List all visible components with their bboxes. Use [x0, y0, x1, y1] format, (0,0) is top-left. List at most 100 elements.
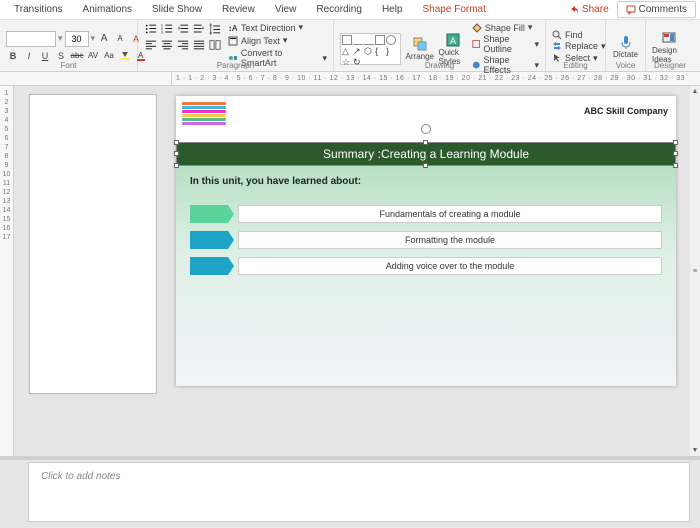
tab-slide-show[interactable]: Slide Show	[142, 2, 212, 17]
selection-handle[interactable]	[673, 163, 678, 168]
decrease-indent-button[interactable]	[176, 22, 190, 36]
tab-animations[interactable]: Animations	[73, 2, 142, 17]
decrease-font-button[interactable]: A	[113, 32, 127, 46]
ribbon-group-drawing: △ ↗ ⬡ { } ☆ ↻ Arrange A Quick Styles Sha…	[334, 20, 546, 71]
comment-icon	[626, 5, 636, 15]
bullet-arrow-icon	[190, 231, 228, 249]
company-name: ABC Skill Company	[584, 106, 668, 116]
ribbon-tabs: Transitions Animations Slide Show Review…	[0, 0, 700, 20]
design-ideas-button[interactable]: Design Ideas	[652, 29, 686, 65]
selection-handle[interactable]	[673, 140, 678, 145]
tab-review[interactable]: Review	[212, 2, 265, 17]
selection-handle[interactable]	[423, 140, 428, 145]
find-label: Find	[565, 30, 583, 40]
scroll-up-icon[interactable]: ▲	[692, 88, 699, 95]
slide-header: ABC Skill Company	[176, 96, 676, 142]
ruler-row: 1 · 1 · 2 · 3 · 4 · 5 · 6 · 7 · 8 · 9 · …	[0, 72, 700, 86]
text-direction-label: Text Direction	[241, 23, 296, 33]
font-size-input[interactable]	[65, 31, 89, 47]
voice-group-label: Voice	[606, 61, 645, 70]
vertical-scrollbar[interactable]: ▲ ≡ ▼	[690, 86, 700, 456]
align-text-button[interactable]: Align Text ▾	[228, 35, 327, 46]
ribbon-group-voice: Dictate Voice	[606, 20, 646, 71]
selection-handle[interactable]	[174, 163, 179, 168]
bullet-arrow-icon	[190, 205, 228, 223]
align-center-button[interactable]	[160, 38, 174, 52]
notes-splitter[interactable]	[0, 456, 700, 460]
slide[interactable]: ABC Skill Company Summary :Creating a Le…	[176, 96, 676, 386]
tab-help[interactable]: Help	[372, 2, 413, 17]
shapes-gallery[interactable]: △ ↗ ⬡ { } ☆ ↻	[340, 33, 401, 65]
shape-outline-button[interactable]: Shape Outline ▾	[472, 34, 539, 54]
line-spacing-button[interactable]	[208, 22, 222, 36]
numbering-button[interactable]: 123	[160, 22, 174, 36]
slide-title-shape[interactable]: Summary :Creating a Learning Module	[176, 142, 676, 166]
replace-button[interactable]: Replace ▾	[552, 41, 606, 52]
bullets-button[interactable]	[144, 22, 158, 36]
notes-panel[interactable]: Click to add notes	[28, 462, 690, 522]
share-button[interactable]: Share	[561, 2, 617, 17]
arrange-label: Arrange	[406, 52, 434, 61]
selection-handle[interactable]	[423, 163, 428, 168]
shape-fill-button[interactable]: Shape Fill ▾	[472, 22, 539, 33]
share-label: Share	[582, 4, 609, 15]
designer-group-label: Designer	[646, 61, 694, 70]
editing-group-label: Editing	[546, 61, 605, 70]
align-left-button[interactable]	[144, 38, 158, 52]
workspace: 1234567891011121314151617 ABC Skill Comp…	[0, 86, 700, 456]
comments-button[interactable]: Comments	[617, 1, 696, 18]
tab-view[interactable]: View	[265, 2, 307, 17]
selection-handle[interactable]	[673, 151, 678, 156]
slide-title-text: Summary :Creating a Learning Module	[323, 147, 529, 161]
slide-intro-text: In this unit, you have learned about:	[190, 176, 662, 187]
replace-label: Replace	[565, 41, 598, 51]
slide-body: In this unit, you have learned about: Fu…	[176, 166, 676, 386]
vertical-ruler[interactable]: 1234567891011121314151617	[0, 86, 14, 456]
tab-shape-format[interactable]: Shape Format	[413, 2, 496, 17]
columns-button[interactable]	[208, 38, 222, 52]
justify-button[interactable]	[192, 38, 206, 52]
text-direction-button[interactable]: ↕AText Direction ▾	[228, 22, 327, 33]
paragraph-group-label: Paragraph	[138, 61, 333, 70]
dictate-button[interactable]: Dictate	[612, 29, 639, 65]
ribbon-group-editing: Find Replace ▾ Select ▾ Editing	[546, 20, 606, 71]
ribbon-group-designer: Design Ideas Designer	[646, 20, 694, 71]
selection-handle[interactable]	[174, 151, 179, 156]
font-family-input[interactable]	[6, 31, 56, 47]
ribbon: ▾ ▾ A A A B I U S abc AV Aa A	[0, 20, 700, 72]
list-item: Formatting the module	[190, 231, 662, 249]
increase-font-button[interactable]: A	[97, 32, 111, 46]
list-item: Fundamentals of creating a module	[190, 205, 662, 223]
drawing-group-label: Drawing	[334, 61, 545, 70]
slide-thumbnails-panel[interactable]	[14, 86, 172, 456]
comments-label: Comments	[639, 4, 687, 15]
list-item-text: Adding voice over to the module	[238, 257, 662, 275]
scroll-prev-slide-icon[interactable]: ≡	[693, 268, 697, 275]
list-item-text: Fundamentals of creating a module	[238, 205, 662, 223]
share-icon	[569, 5, 579, 15]
svg-text:A: A	[450, 36, 456, 46]
shape-outline-label: Shape Outline	[483, 34, 531, 54]
increase-indent-button[interactable]	[192, 22, 206, 36]
rotate-handle-icon[interactable]	[421, 124, 431, 134]
ribbon-group-paragraph: 123 ↕AText Direction ▾ Align Text ▾ Conv…	[138, 20, 334, 71]
slide-canvas-area[interactable]: ABC Skill Company Summary :Creating a Le…	[172, 86, 700, 456]
logo-image	[182, 102, 226, 132]
svg-text:3: 3	[161, 30, 163, 34]
svg-text:↕A: ↕A	[228, 24, 238, 33]
tab-transitions[interactable]: Transitions	[4, 2, 73, 17]
bullet-arrow-icon	[190, 257, 228, 275]
tab-recording[interactable]: Recording	[306, 2, 372, 17]
horizontal-ruler[interactable]: 1 · 1 · 2 · 3 · 4 · 5 · 6 · 7 · 8 · 9 · …	[172, 72, 700, 85]
align-text-label: Align Text	[241, 36, 280, 46]
dictate-label: Dictate	[613, 50, 638, 59]
selection-handle[interactable]	[174, 140, 179, 145]
slide-thumbnail[interactable]	[29, 94, 157, 394]
shape-fill-label: Shape Fill	[485, 23, 525, 33]
font-group-label: Font	[0, 61, 137, 70]
scroll-down-icon[interactable]: ▼	[692, 447, 699, 454]
list-item-text: Formatting the module	[238, 231, 662, 249]
find-button[interactable]: Find	[552, 30, 606, 40]
ribbon-group-font: ▾ ▾ A A A B I U S abc AV Aa A	[0, 20, 138, 71]
align-right-button[interactable]	[176, 38, 190, 52]
